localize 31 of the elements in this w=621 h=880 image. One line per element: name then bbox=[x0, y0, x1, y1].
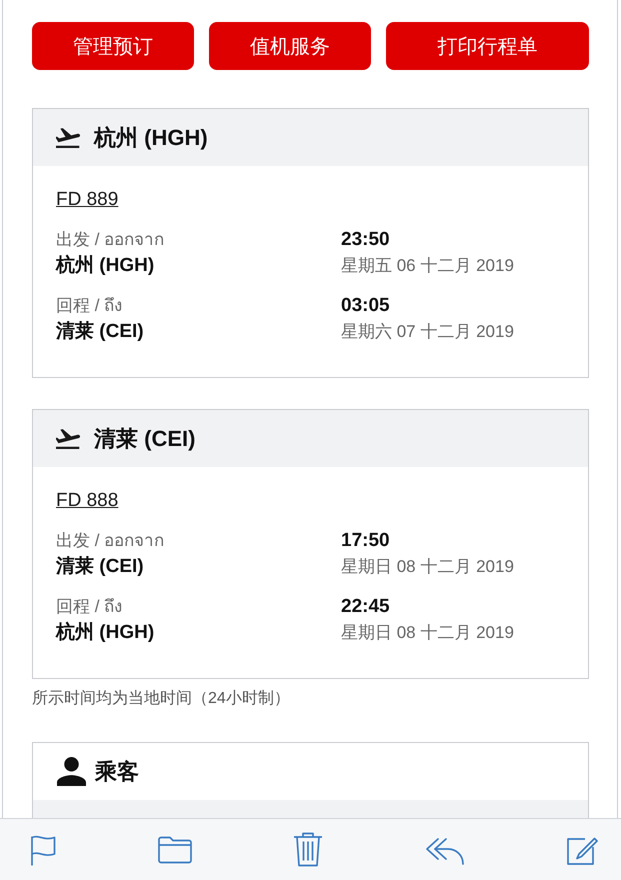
time-text: 22:45 bbox=[341, 595, 390, 619]
card-heading: 清莱 (CEI) bbox=[94, 424, 196, 452]
flight-number-link[interactable]: FD 889 bbox=[56, 187, 118, 213]
date-text: 星期五 06 十二月 2019 bbox=[341, 255, 514, 277]
time-text: 23:50 bbox=[341, 228, 390, 252]
folder-icon[interactable] bbox=[158, 836, 192, 864]
leg-label: 回程 / ถึง bbox=[56, 596, 122, 618]
airport-name: 杭州 (HGH) bbox=[56, 620, 154, 645]
airplane-takeoff-icon bbox=[56, 428, 80, 448]
trash-icon[interactable] bbox=[293, 832, 323, 867]
airport-name: 清莱 (CEI) bbox=[56, 555, 144, 579]
time-note: 所示时间均为当地时间（24小时制） bbox=[32, 688, 290, 709]
card-heading: 乘客 bbox=[95, 758, 139, 786]
flight-number-link[interactable]: FD 888 bbox=[56, 488, 118, 514]
airplane-takeoff-icon bbox=[56, 128, 80, 148]
airport-name: 杭州 (HGH) bbox=[56, 254, 154, 278]
flag-icon[interactable] bbox=[30, 834, 56, 866]
airport-name: 清莱 (CEI) bbox=[56, 320, 144, 344]
action-button[interactable]: 管理预订 bbox=[32, 22, 194, 70]
date-text: 星期日 08 十二月 2019 bbox=[341, 622, 514, 644]
time-text: 17:50 bbox=[341, 529, 390, 553]
leg-label: 回程 / ถึง bbox=[56, 295, 122, 317]
date-text: 星期日 08 十二月 2019 bbox=[341, 556, 514, 578]
date-text: 星期六 07 十二月 2019 bbox=[341, 321, 514, 343]
card-heading: 杭州 (HGH) bbox=[94, 124, 208, 152]
time-text: 03:05 bbox=[341, 294, 390, 318]
person-icon bbox=[57, 757, 86, 786]
action-button[interactable]: 打印行程单 bbox=[386, 22, 589, 70]
leg-label: 出发 / ออกจาก bbox=[56, 530, 164, 552]
action-button[interactable]: 值机服务 bbox=[209, 22, 372, 70]
leg-label: 出发 / ออกจาก bbox=[56, 229, 164, 251]
